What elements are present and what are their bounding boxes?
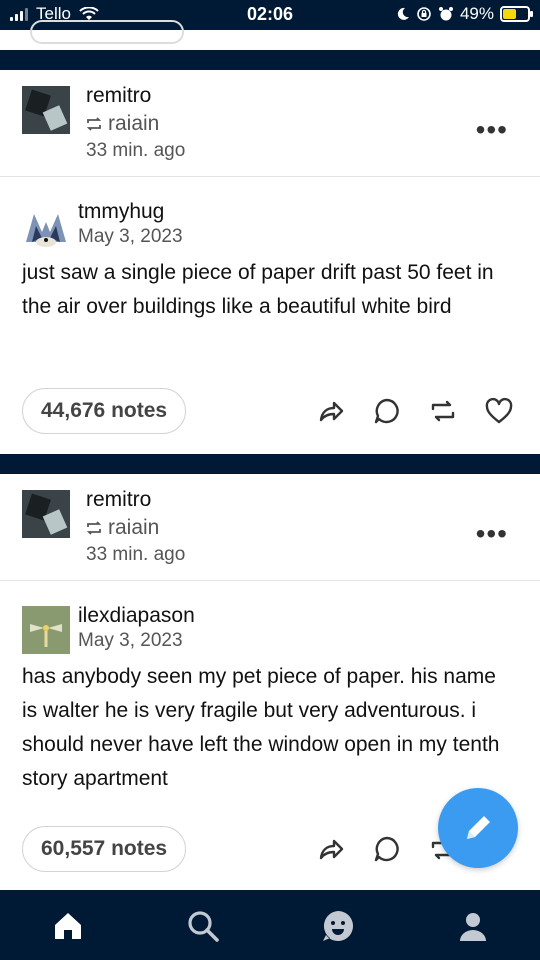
nav-account[interactable] [453, 906, 493, 946]
reblog-small-icon [86, 117, 102, 131]
notes-button[interactable]: 60,557 notes [22, 826, 187, 872]
moon-icon [397, 7, 409, 20]
avatar[interactable] [22, 202, 70, 250]
nav-search[interactable] [183, 906, 223, 946]
status-right: 49% [396, 4, 533, 24]
source-username[interactable]: ilexdiapason [78, 604, 195, 628]
nav-home[interactable] [48, 906, 88, 946]
heart-icon[interactable] [484, 396, 514, 426]
reply-icon[interactable] [372, 396, 402, 426]
reblogged-from[interactable]: raiain [86, 112, 159, 136]
post-actions [316, 396, 514, 426]
reblog-header: remitro raiain 33 min. ago ••• [0, 70, 540, 177]
previous-notes-pill[interactable] [30, 20, 184, 44]
source-date: May 3, 2023 [78, 226, 183, 247]
battery-percent: 49% [459, 4, 494, 23]
post-card: remitro raiain 33 min. ago ••• tmmyhug M… [0, 70, 540, 454]
bottom-nav [0, 890, 540, 960]
post-time: 33 min. ago [86, 140, 186, 161]
lock-rotation-icon [417, 7, 431, 21]
source-header: tmmyhug May 3, 2023 [0, 188, 540, 250]
avatar[interactable] [22, 86, 70, 134]
search-icon [188, 911, 219, 942]
reblogger-name[interactable]: remitro [86, 84, 151, 108]
nav-activity[interactable] [318, 906, 358, 946]
more-dots-icon[interactable]: ••• [476, 518, 508, 550]
reblogged-from[interactable]: raiain [86, 516, 159, 540]
reblog-header: remitro raiain 33 min. ago ••• [0, 474, 540, 581]
alarm-icon [438, 7, 453, 21]
previous-post-bottom [0, 20, 540, 50]
more-dots-icon[interactable]: ••• [476, 114, 508, 146]
compose-button[interactable] [438, 788, 518, 868]
share-icon[interactable] [316, 396, 346, 426]
post-time: 33 min. ago [86, 544, 186, 565]
reblogged-from-name: raiain [108, 516, 160, 539]
reblogged-from-name: raiain [108, 112, 160, 135]
post-text: just saw a single piece of paper drift p… [22, 261, 494, 318]
reply-icon[interactable] [372, 834, 402, 864]
home-icon [55, 913, 81, 939]
post-text: has anybody seen my pet piece of paper. … [22, 665, 500, 790]
account-icon [460, 913, 486, 941]
reblog-icon[interactable] [428, 396, 458, 426]
pencil-icon [467, 816, 490, 839]
reblog-small-icon [86, 521, 102, 535]
source-username[interactable]: tmmyhug [78, 200, 164, 224]
avatar[interactable] [22, 490, 70, 538]
notes-button[interactable]: 44,676 notes [22, 388, 187, 434]
reblogger-name[interactable]: remitro [86, 488, 151, 512]
activity-face-icon [323, 911, 353, 941]
share-icon[interactable] [316, 834, 346, 864]
avatar[interactable] [22, 606, 70, 654]
source-date: May 3, 2023 [78, 630, 183, 651]
source-header: ilexdiapason May 3, 2023 [0, 592, 540, 654]
battery-icon [500, 6, 533, 22]
